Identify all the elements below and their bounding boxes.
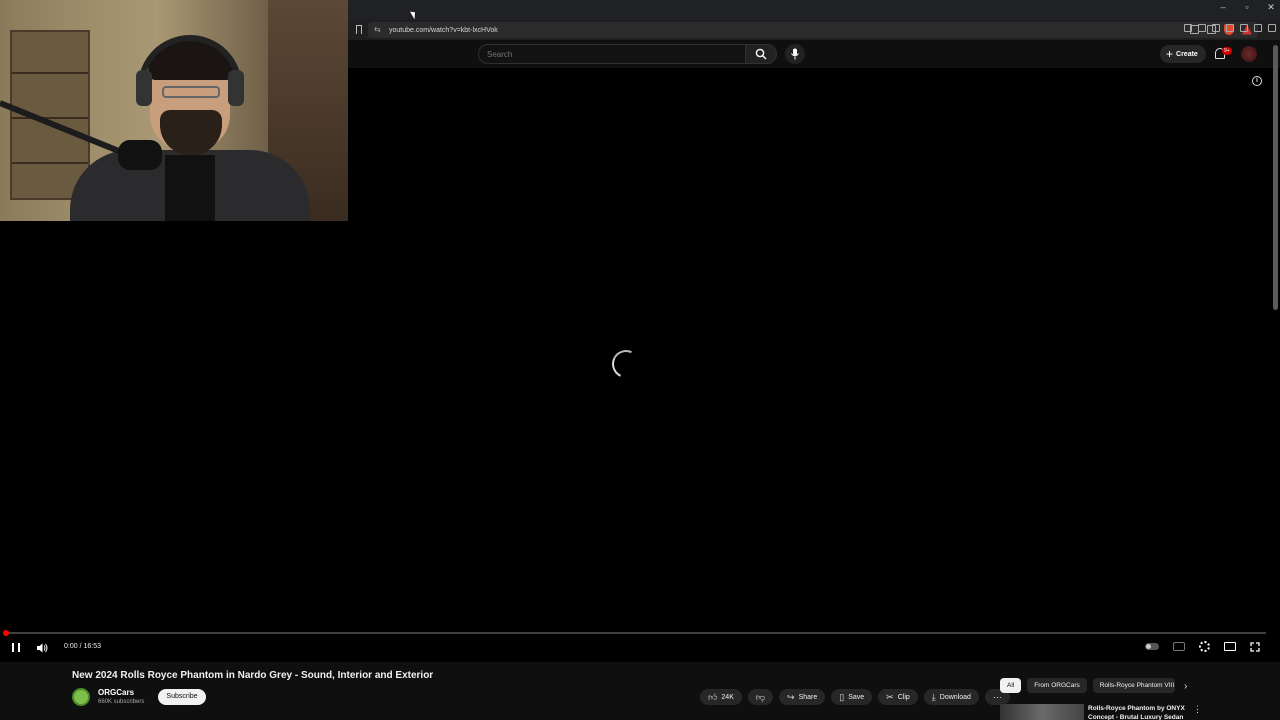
like-button[interactable]: 👍︎ 24K — [700, 689, 742, 705]
bookmark-icon[interactable] — [356, 25, 362, 34]
close-button[interactable]: ✕ — [1266, 2, 1276, 13]
time-display: 0:00 / 16:53 — [64, 643, 101, 650]
window-controls: – ▫ ✕ — [1218, 2, 1276, 13]
related-chips: All From ORGCars Rolls-Royce Phantom VII… — [1000, 678, 1175, 693]
create-label: Create — [1176, 50, 1198, 58]
theater-mode-icon[interactable] — [1224, 642, 1236, 651]
save-label: Save — [848, 693, 865, 701]
save-icon: ▯ — [839, 691, 845, 702]
channel-subscribers: 660K subscribers — [98, 699, 145, 705]
extensions-icon[interactable] — [1240, 24, 1248, 32]
subscribe-button[interactable]: Subscribe — [158, 689, 206, 705]
notification-badge: 9+ — [1222, 47, 1232, 55]
webcam-overlay — [0, 0, 348, 221]
plus-icon: + — [1166, 47, 1174, 61]
share-icon: ↪ — [787, 691, 795, 702]
recommended-title[interactable]: Rolls-Royce Phantom by ONYX Concept - Br… — [1088, 704, 1188, 720]
media-icon[interactable] — [1198, 24, 1206, 32]
pause-icon[interactable] — [12, 643, 20, 652]
share-label: Share — [798, 693, 818, 701]
fullscreen-icon[interactable] — [1250, 641, 1260, 652]
chip-topic[interactable]: Rolls-Royce Phantom VIII — [1092, 678, 1175, 693]
player-controls: 0:00 / 16:53 — [0, 638, 1280, 658]
progress-bar[interactable] — [4, 632, 1266, 634]
beard — [160, 110, 222, 155]
browser-titlebar: – ▫ ✕ — [348, 0, 1280, 20]
youtube-header: + Create 9+ — [348, 40, 1280, 68]
share-button[interactable]: ↪ Share — [779, 689, 826, 705]
chip-from-channel[interactable]: From ORGCars — [1027, 678, 1087, 693]
save-button[interactable]: ▯ Save — [831, 689, 873, 705]
loading-spinner-icon — [608, 346, 644, 382]
vpn-icon[interactable] — [1254, 24, 1262, 32]
mic-icon — [791, 48, 799, 60]
download-label: Download — [939, 693, 971, 701]
thumbs-up-icon: 👍︎ — [708, 691, 718, 702]
autoplay-toggle[interactable] — [1145, 643, 1159, 650]
scissors-icon: ✂ — [886, 691, 894, 702]
browser-toolbar: ⇆ youtube.com/watch?v=kbt-lxcHVok — [348, 20, 1280, 40]
shirt — [165, 155, 215, 221]
minimize-button[interactable]: – — [1218, 2, 1228, 13]
search-input[interactable] — [479, 45, 745, 63]
restore-button[interactable]: ▫ — [1242, 2, 1252, 13]
sidebar-icon[interactable] — [1212, 24, 1220, 32]
search-button[interactable] — [745, 44, 777, 64]
dislike-button[interactable]: 👎︎ — [747, 689, 774, 705]
clip-button[interactable]: ✂ Clip — [878, 689, 918, 705]
scrubber-handle[interactable] — [3, 630, 9, 636]
channel-name[interactable]: ORGCars — [98, 688, 134, 697]
captions-icon[interactable] — [1173, 642, 1185, 651]
like-count: 24K — [721, 693, 734, 701]
settings-gear-icon[interactable] — [1199, 641, 1210, 652]
download-button[interactable]: ⤓ Download — [923, 689, 979, 705]
address-bar[interactable]: ⇆ youtube.com/watch?v=kbt-lxcHVok — [368, 22, 1258, 38]
search-icon — [755, 48, 767, 60]
more-horizontal-icon: ⋯ — [992, 691, 1002, 702]
extensions-bar — [1184, 24, 1276, 32]
page-scrollbar[interactable] — [1273, 45, 1278, 310]
clip-label: Clip — [897, 693, 910, 701]
wallet-icon[interactable] — [1226, 24, 1234, 32]
site-settings-icon[interactable]: ⇆ — [374, 26, 382, 34]
search-box[interactable] — [478, 44, 746, 64]
thumbs-down-icon: 👎︎ — [755, 691, 766, 702]
create-button[interactable]: + Create — [1160, 45, 1206, 63]
download-icon: ⤓ — [931, 691, 936, 702]
headphones — [138, 35, 242, 105]
video-actions: 👍︎ 24K 👎︎ ↪ Share ▯ Save ✂ Clip ⤓ Downlo… — [700, 689, 1010, 705]
player-controls-right — [1145, 641, 1260, 652]
headphone-left-cup — [136, 70, 152, 106]
account-avatar[interactable] — [1241, 46, 1257, 62]
chevron-right-icon[interactable]: › — [1184, 681, 1187, 692]
voice-search-button[interactable] — [785, 44, 805, 64]
microphone — [118, 140, 162, 170]
volume-icon[interactable] — [36, 642, 48, 654]
info-icon[interactable]: i — [1252, 76, 1262, 86]
menu-icon[interactable] — [1268, 24, 1276, 32]
recommended-thumbnail[interactable] — [1000, 704, 1084, 720]
url-text[interactable]: youtube.com/watch?v=kbt-lxcHVok — [389, 27, 498, 34]
more-vertical-icon[interactable]: ⋮ — [1193, 704, 1202, 715]
channel-avatar[interactable] — [72, 688, 90, 706]
chip-all[interactable]: All — [1000, 678, 1022, 693]
video-info-area: New 2024 Rolls Royce Phantom in Nardo Gr… — [0, 662, 1280, 720]
headphone-right-cup — [228, 70, 244, 106]
video-title: New 2024 Rolls Royce Phantom in Nardo Gr… — [72, 670, 434, 681]
tab-search-icon[interactable] — [1184, 24, 1192, 32]
